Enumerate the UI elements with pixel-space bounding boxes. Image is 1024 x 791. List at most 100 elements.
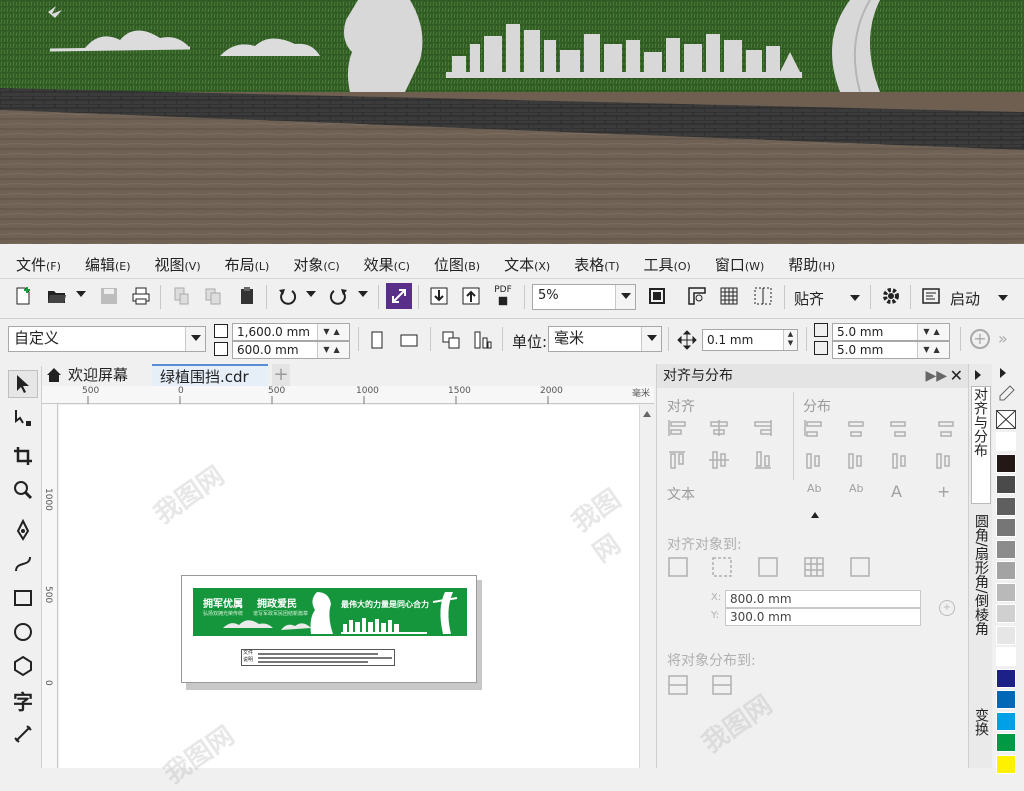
current-page-button[interactable]: [470, 327, 496, 353]
docker-collapse-icon[interactable]: ▶▶: [925, 364, 947, 388]
color-swatch[interactable]: [996, 518, 1016, 537]
collapse-section-arrow-icon[interactable]: [811, 512, 819, 518]
color-swatch[interactable]: [996, 647, 1016, 666]
page-height-field[interactable]: 600.0 mm ▼▲: [232, 341, 350, 359]
import-button[interactable]: [426, 283, 452, 309]
open-button[interactable]: [44, 283, 70, 309]
docker-close-icon[interactable]: ✕: [950, 364, 963, 388]
polygon-tool[interactable]: [8, 652, 38, 680]
pick-tool[interactable]: [8, 370, 38, 398]
text-align-outline-icon[interactable]: +: [937, 482, 950, 501]
crop-tool[interactable]: [8, 442, 38, 470]
zoom-to-page-button[interactable]: [644, 283, 670, 309]
text-tool[interactable]: 字: [8, 686, 38, 714]
show-rulers-button[interactable]: [684, 283, 710, 309]
page-width-field[interactable]: 1,600.0 mm ▼▲: [232, 323, 350, 341]
overflow-chevron-icon[interactable]: »: [998, 329, 1008, 348]
duplicate-y-field[interactable]: 5.0 mm ▼▲: [832, 341, 950, 359]
tabs-scroll-icon[interactable]: [975, 370, 981, 380]
copy-button[interactable]: [200, 283, 226, 309]
color-swatch[interactable]: [996, 432, 1016, 451]
menu-tools[interactable]: 工具(O): [628, 254, 691, 276]
duplicate-x-field[interactable]: 5.0 mm ▼▲: [832, 323, 950, 341]
corel-connect-button[interactable]: [386, 283, 412, 309]
page-width-spinner[interactable]: ▼▲: [317, 324, 349, 340]
color-swatch[interactable]: [996, 754, 1016, 774]
menu-view[interactable]: 视图(V): [139, 254, 201, 276]
align-x-field[interactable]: 800.0 mm: [725, 590, 921, 608]
palette-scroll-up-icon[interactable]: [1000, 368, 1006, 378]
color-swatch[interactable]: [996, 539, 1016, 559]
landscape-button[interactable]: [396, 327, 422, 353]
ellipse-tool[interactable]: [8, 618, 38, 646]
duplicate-x-spinner[interactable]: ▼▲: [917, 324, 949, 340]
menu-text[interactable]: 文本(X): [488, 254, 550, 276]
save-button[interactable]: [96, 283, 122, 309]
color-swatch[interactable]: [996, 690, 1016, 709]
export-button[interactable]: [458, 283, 484, 309]
undo-button[interactable]: [274, 283, 300, 309]
color-swatch[interactable]: [996, 711, 1016, 731]
freehand-tool[interactable]: [8, 516, 38, 544]
color-swatch[interactable]: [996, 453, 1016, 473]
launch-menu[interactable]: 启动: [950, 288, 980, 309]
color-swatch[interactable]: [996, 733, 1016, 752]
paste-button[interactable]: [234, 283, 260, 309]
vertical-ruler[interactable]: 1000 500 0: [42, 404, 58, 768]
color-swatch[interactable]: [996, 604, 1016, 623]
add-preset-icon[interactable]: +: [970, 329, 990, 349]
eyedropper-icon[interactable]: [996, 384, 1016, 404]
publish-pdf-button[interactable]: PDF: [490, 283, 516, 309]
parallel-dimension-tool[interactable]: [8, 720, 38, 748]
print-button[interactable]: [128, 283, 154, 309]
application-launcher-button[interactable]: [918, 283, 944, 309]
banner-artwork[interactable]: 拥军优属 拥政爱民 弘扬双拥光荣传统 谱写军政军民团结新篇章 最伟大的力量是同心…: [193, 588, 467, 636]
menu-help[interactable]: 帮助(H): [772, 254, 835, 276]
zoom-tool[interactable]: [8, 476, 38, 504]
tab-fillet-scallop-chamfer[interactable]: 圆角/扇形角/倒棱角: [971, 514, 991, 674]
menu-window[interactable]: 窗口(W): [699, 254, 764, 276]
drawing-canvas[interactable]: 拥军优属 拥政爱民 弘扬双拥光荣传统 谱写军政军民团结新篇章 最伟大的力量是同心…: [59, 405, 639, 790]
launch-dropdown-caret[interactable]: [998, 295, 1008, 301]
tab-welcome-screen[interactable]: 欢迎屏幕: [42, 364, 154, 386]
menu-object[interactable]: 对象(C): [277, 254, 339, 276]
cut-button[interactable]: [168, 283, 194, 309]
color-swatch[interactable]: [996, 625, 1016, 645]
open-dropdown-caret[interactable]: [76, 291, 86, 297]
page-height-spinner[interactable]: ▼▲: [317, 342, 349, 358]
scroll-up-arrow[interactable]: [643, 411, 651, 417]
undo-dropdown-caret[interactable]: [306, 291, 316, 297]
menu-table[interactable]: 表格(T): [558, 254, 619, 276]
text-align-first-baseline-icon[interactable]: Ab: [807, 482, 822, 495]
new-document-button[interactable]: [10, 283, 36, 309]
units-combo[interactable]: 毫米: [548, 326, 662, 352]
align-y-field[interactable]: 300.0 mm: [725, 608, 921, 626]
zoom-dropdown-button[interactable]: [615, 285, 635, 309]
color-swatch[interactable]: [996, 496, 1016, 516]
page-size-dropdown-button[interactable]: [185, 327, 205, 351]
menu-file[interactable]: 文件(F): [0, 254, 61, 276]
vertical-scrollbar[interactable]: [639, 405, 654, 768]
redo-button[interactable]: [326, 283, 352, 309]
portrait-button[interactable]: [364, 327, 390, 353]
snap-dropdown-caret[interactable]: [850, 295, 860, 301]
no-color-swatch[interactable]: [996, 410, 1016, 429]
color-swatch[interactable]: [996, 668, 1016, 688]
redo-dropdown-caret[interactable]: [358, 291, 368, 297]
zoom-level-combo[interactable]: 5%: [532, 284, 636, 310]
all-pages-button[interactable]: [438, 327, 464, 353]
text-align-bbox-icon[interactable]: A: [891, 482, 902, 501]
menu-bitmaps[interactable]: 位图(B): [418, 254, 480, 276]
text-align-last-baseline-icon[interactable]: Ab: [849, 482, 864, 495]
color-swatch[interactable]: [996, 561, 1016, 580]
menu-layout[interactable]: 布局(L): [209, 254, 270, 276]
new-tab-button[interactable]: +: [272, 364, 290, 386]
nudge-spinner[interactable]: ▲ ▼: [783, 330, 797, 350]
color-swatch[interactable]: [996, 475, 1016, 494]
rectangle-tool[interactable]: [8, 584, 38, 612]
target-point-icon[interactable]: +: [939, 600, 955, 616]
menu-edit[interactable]: 编辑(E): [69, 254, 131, 276]
shape-tool[interactable]: [8, 404, 38, 432]
page-size-combo[interactable]: 自定义: [8, 326, 206, 352]
color-swatch[interactable]: [996, 582, 1016, 602]
